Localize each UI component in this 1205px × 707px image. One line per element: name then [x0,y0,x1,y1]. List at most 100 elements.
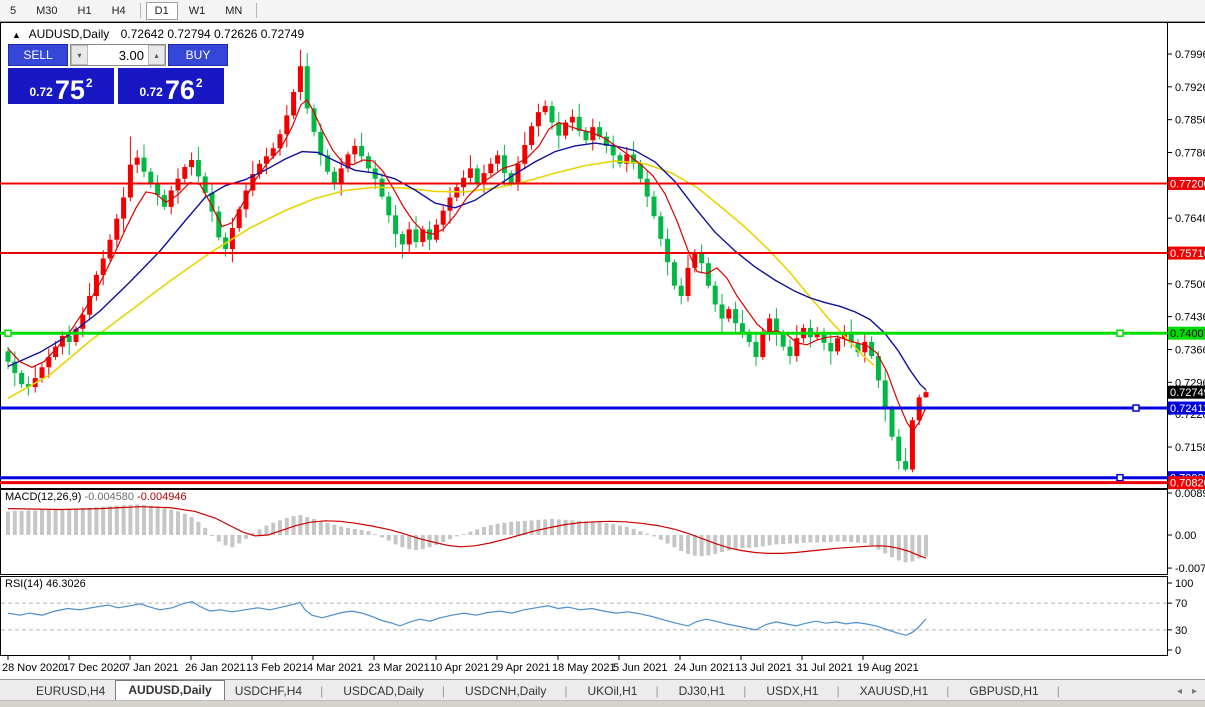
macd-signal-value: -0.004946 [137,491,187,503]
chart-tab-usdchf[interactable]: USDCHF,H4| [225,682,333,701]
collapse-arrow-icon[interactable]: ▲ [12,30,21,40]
macd-bar [815,535,819,543]
svg-text:100: 100 [1175,578,1193,590]
macd-bar [468,532,472,535]
macd-bar [659,535,663,540]
level-handle[interactable] [1117,475,1123,481]
chart-tab-gbpusd[interactable]: GBPUSD,H1| [959,682,1069,701]
macd-bar [829,535,833,542]
sell-button[interactable]: SELL [8,44,68,66]
macd-bar [740,535,744,548]
macd-bar [400,535,404,547]
macd-bar [625,527,629,535]
macd-bar [176,511,180,535]
candle-body [550,106,555,122]
macd-bar [217,535,221,542]
macd-bar [863,535,867,543]
buy-button[interactable]: BUY [168,44,228,66]
candle-body [488,164,493,173]
macd-bar [380,535,384,537]
macd-bar [258,529,262,535]
svg-text:0.79260: 0.79260 [1175,82,1205,94]
macd-bar [598,522,602,535]
chart-tab-xauusd[interactable]: XAUUSD,H1| [850,682,960,701]
macd-bar [162,508,166,535]
price-label-text: 0.75716 [1170,248,1205,260]
candle-body [679,286,684,296]
macd-bar [190,517,194,535]
tab-separator: | [320,684,323,698]
volume-input[interactable] [88,45,148,65]
chart-tab-usdcad[interactable]: USDCAD,Daily| [333,682,455,701]
candle-body [108,240,113,259]
candle-body [352,146,357,154]
candle-body [699,253,704,263]
macd-bar [339,527,343,535]
candle-body [733,309,738,323]
candle-body [570,117,575,123]
svg-text:0.00: 0.00 [1175,530,1196,542]
candle-body [189,160,194,167]
timeframe-button-5[interactable]: 5 [1,2,25,20]
macd-bar [47,510,51,535]
macd-bar [734,535,738,549]
chart-title: ▲ AUDUSD,Daily 0.72642 0.72794 0.72626 0… [12,27,304,41]
macd-bar [278,520,282,535]
chart-tab-dj30[interactable]: DJ30,H1| [669,682,757,701]
chart-tab-eurusd[interactable]: EURUSD,H4 [26,682,115,701]
timeframe-button-h1[interactable]: H1 [69,2,101,20]
tab-separator: | [836,684,839,698]
chart-canvas[interactable]: 0.799600.792600.785600.778600.764600.750… [0,22,1205,680]
macd-bar [94,507,98,535]
macd-bar [81,508,85,535]
chart-tab-ukoil[interactable]: UKOil,H1| [577,682,668,701]
tab-scroll-right-icon[interactable]: ▸ [1192,686,1197,697]
candle-body [6,351,11,361]
candle-body [40,367,45,378]
macd-bar [455,535,459,536]
chart-tab-usdcnh[interactable]: USDCNH,Daily| [455,682,577,701]
terminal-window: 5M30H1H4D1W1MN 0.799600.792600.785600.77… [0,0,1205,707]
candle-body [828,343,833,351]
candle-body [890,409,895,437]
date-label: 26 Jan 2021 [185,662,246,674]
macd-bar [530,520,534,535]
candle-body [835,338,840,351]
svg-text:0.79960: 0.79960 [1175,49,1205,61]
volume-down-icon[interactable]: ▾ [71,45,88,65]
macd-bar [611,524,615,535]
level-handle[interactable] [1117,330,1123,336]
candle-body [781,333,786,347]
macd-bar [285,518,289,535]
level-handle[interactable] [1133,405,1139,411]
macd-bar [346,528,350,535]
timeframe-button-h4[interactable]: H4 [103,2,135,20]
buy-price-big: 76 [165,78,195,102]
buy-price-box[interactable]: 0.72 76 2 [118,68,224,104]
macd-bar [836,535,840,542]
timeframe-button-w1[interactable]: W1 [180,2,215,20]
macd-bar [679,535,683,551]
macd-label: MACD(12,26,9) -0.004580 -0.004946 [5,491,187,503]
macd-bar [421,535,425,549]
candle-body [182,167,187,179]
chart-tab-usdx[interactable]: USDX,H1| [756,682,849,701]
status-bar [0,700,1205,707]
timeframe-button-d1[interactable]: D1 [146,2,178,20]
tab-scroll-left-icon[interactable]: ◂ [1177,686,1182,697]
candle-body [760,334,765,357]
macd-bar [326,523,330,535]
date-label: 5 Jun 2021 [613,662,667,674]
candle-body [135,158,140,165]
one-click-trade-panel: SELL ▾ ▴ BUY 0.72 75 2 0.72 76 2 [8,44,228,104]
macd-bar [584,521,588,535]
candle-body [448,198,453,211]
macd-bar [509,522,513,535]
level-handle[interactable] [5,330,11,336]
chart-tab-audusd[interactable]: AUDUSD,Daily [115,680,224,701]
timeframe-button-m30[interactable]: M30 [27,2,66,20]
volume-up-icon[interactable]: ▴ [148,45,165,65]
sell-price-box[interactable]: 0.72 75 2 [8,68,114,104]
timeframe-button-mn[interactable]: MN [216,2,251,20]
macd-bar [557,519,561,535]
